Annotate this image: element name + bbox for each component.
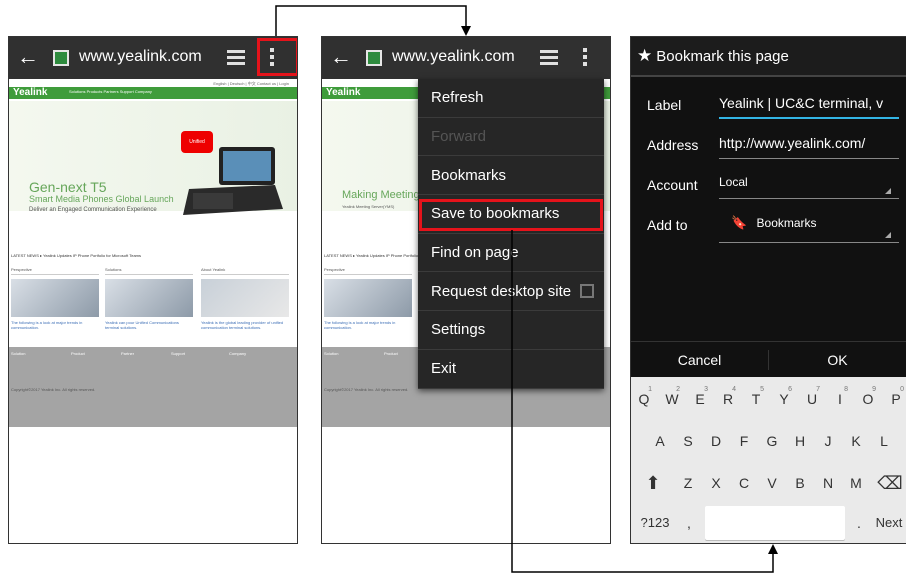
arrowhead-down-icon	[461, 26, 471, 36]
flow-arrows	[275, 5, 778, 573]
arrowhead-up-icon	[768, 544, 778, 554]
arrow-menu-to-dropdown	[275, 5, 467, 36]
arrow-save-to-dialog	[511, 230, 774, 573]
